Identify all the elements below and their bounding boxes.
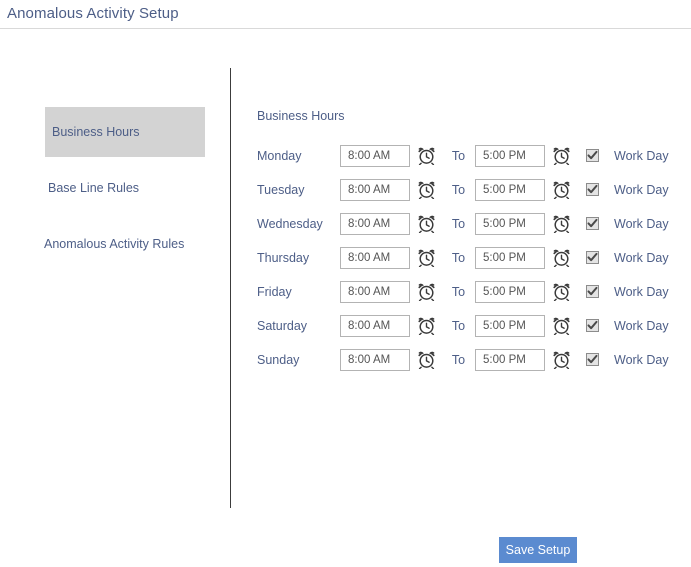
work-day-label: Work Day — [614, 217, 669, 231]
alarm-clock-icon[interactable] — [553, 317, 570, 335]
alarm-clock-icon[interactable] — [418, 249, 435, 267]
work-day-checkbox[interactable] — [586, 217, 599, 230]
work-day-checkbox[interactable] — [586, 183, 599, 196]
end-time-input[interactable] — [475, 179, 545, 201]
business-hours-row: Sunday To Work Day — [257, 343, 669, 377]
business-hours-row: Monday To Work Day — [257, 139, 669, 173]
save-setup-button[interactable]: Save Setup — [499, 537, 577, 563]
sidebar-item-business-hours[interactable]: Business Hours — [45, 107, 205, 157]
start-time-input[interactable] — [340, 281, 410, 303]
start-time-input[interactable] — [340, 213, 410, 235]
start-time-input[interactable] — [340, 145, 410, 167]
work-day-checkbox[interactable] — [586, 251, 599, 264]
sidebar-item-anomalous-activity-rules[interactable]: Anomalous Activity Rules — [45, 219, 205, 269]
sidebar-item-label: Anomalous Activity Rules — [44, 237, 184, 251]
end-time-input[interactable] — [475, 315, 545, 337]
alarm-clock-icon[interactable] — [553, 351, 570, 369]
business-hours-panel: Business Hours Monday To Work Day Tuesday To… — [257, 109, 669, 377]
business-hours-row: Tuesday To Work Day — [257, 173, 669, 207]
alarm-clock-icon[interactable] — [553, 249, 570, 267]
business-hours-row: Saturday To Work Day — [257, 309, 669, 343]
day-label: Wednesday — [257, 217, 323, 231]
sidebar-item-label: Business Hours — [52, 125, 140, 139]
section-heading: Business Hours — [257, 109, 669, 123]
day-label: Sunday — [257, 353, 299, 367]
page-title: Anomalous Activity Setup — [7, 5, 179, 22]
end-time-input[interactable] — [475, 145, 545, 167]
alarm-clock-icon[interactable] — [418, 181, 435, 199]
alarm-clock-icon[interactable] — [553, 283, 570, 301]
anomalous-activity-setup-page: Anomalous Activity Setup Business Hours … — [0, 0, 691, 567]
business-hours-row: Friday To Work Day — [257, 275, 669, 309]
end-time-input[interactable] — [475, 247, 545, 269]
to-label: To — [452, 319, 465, 333]
alarm-clock-icon[interactable] — [553, 147, 570, 165]
work-day-checkbox[interactable] — [586, 285, 599, 298]
to-label: To — [452, 217, 465, 231]
day-label: Tuesday — [257, 183, 304, 197]
business-hours-row: Wednesday To Work Day — [257, 207, 669, 241]
work-day-label: Work Day — [614, 149, 669, 163]
alarm-clock-icon[interactable] — [418, 317, 435, 335]
work-day-checkbox[interactable] — [586, 353, 599, 366]
start-time-input[interactable] — [340, 315, 410, 337]
business-hours-row: Thursday To Work Day — [257, 241, 669, 275]
work-day-checkbox[interactable] — [586, 149, 599, 162]
day-label: Thursday — [257, 251, 309, 265]
work-day-checkbox[interactable] — [586, 319, 599, 332]
alarm-clock-icon[interactable] — [418, 215, 435, 233]
end-time-input[interactable] — [475, 213, 545, 235]
work-day-label: Work Day — [614, 353, 669, 367]
alarm-clock-icon[interactable] — [418, 283, 435, 301]
start-time-input[interactable] — [340, 349, 410, 371]
work-day-label: Work Day — [614, 183, 669, 197]
page-header: Anomalous Activity Setup — [0, 0, 691, 29]
alarm-clock-icon[interactable] — [418, 351, 435, 369]
end-time-input[interactable] — [475, 281, 545, 303]
day-label: Friday — [257, 285, 292, 299]
alarm-clock-icon[interactable] — [553, 181, 570, 199]
sidebar-nav: Business Hours Base Line Rules Anomalous… — [45, 107, 205, 269]
end-time-input[interactable] — [475, 349, 545, 371]
work-day-label: Work Day — [614, 285, 669, 299]
alarm-clock-icon[interactable] — [418, 147, 435, 165]
to-label: To — [452, 353, 465, 367]
sidebar-item-base-line-rules[interactable]: Base Line Rules — [45, 163, 205, 213]
start-time-input[interactable] — [340, 247, 410, 269]
to-label: To — [452, 149, 465, 163]
start-time-input[interactable] — [340, 179, 410, 201]
alarm-clock-icon[interactable] — [553, 215, 570, 233]
panel-divider — [230, 68, 231, 508]
to-label: To — [452, 285, 465, 299]
to-label: To — [452, 183, 465, 197]
work-day-label: Work Day — [614, 251, 669, 265]
day-label: Saturday — [257, 319, 307, 333]
sidebar-item-label: Base Line Rules — [48, 181, 139, 195]
business-hours-table: MondayToWork DayTuesdayToWork DayWednesd… — [257, 139, 669, 377]
day-label: Monday — [257, 149, 301, 163]
work-day-label: Work Day — [614, 319, 669, 333]
to-label: To — [452, 251, 465, 265]
